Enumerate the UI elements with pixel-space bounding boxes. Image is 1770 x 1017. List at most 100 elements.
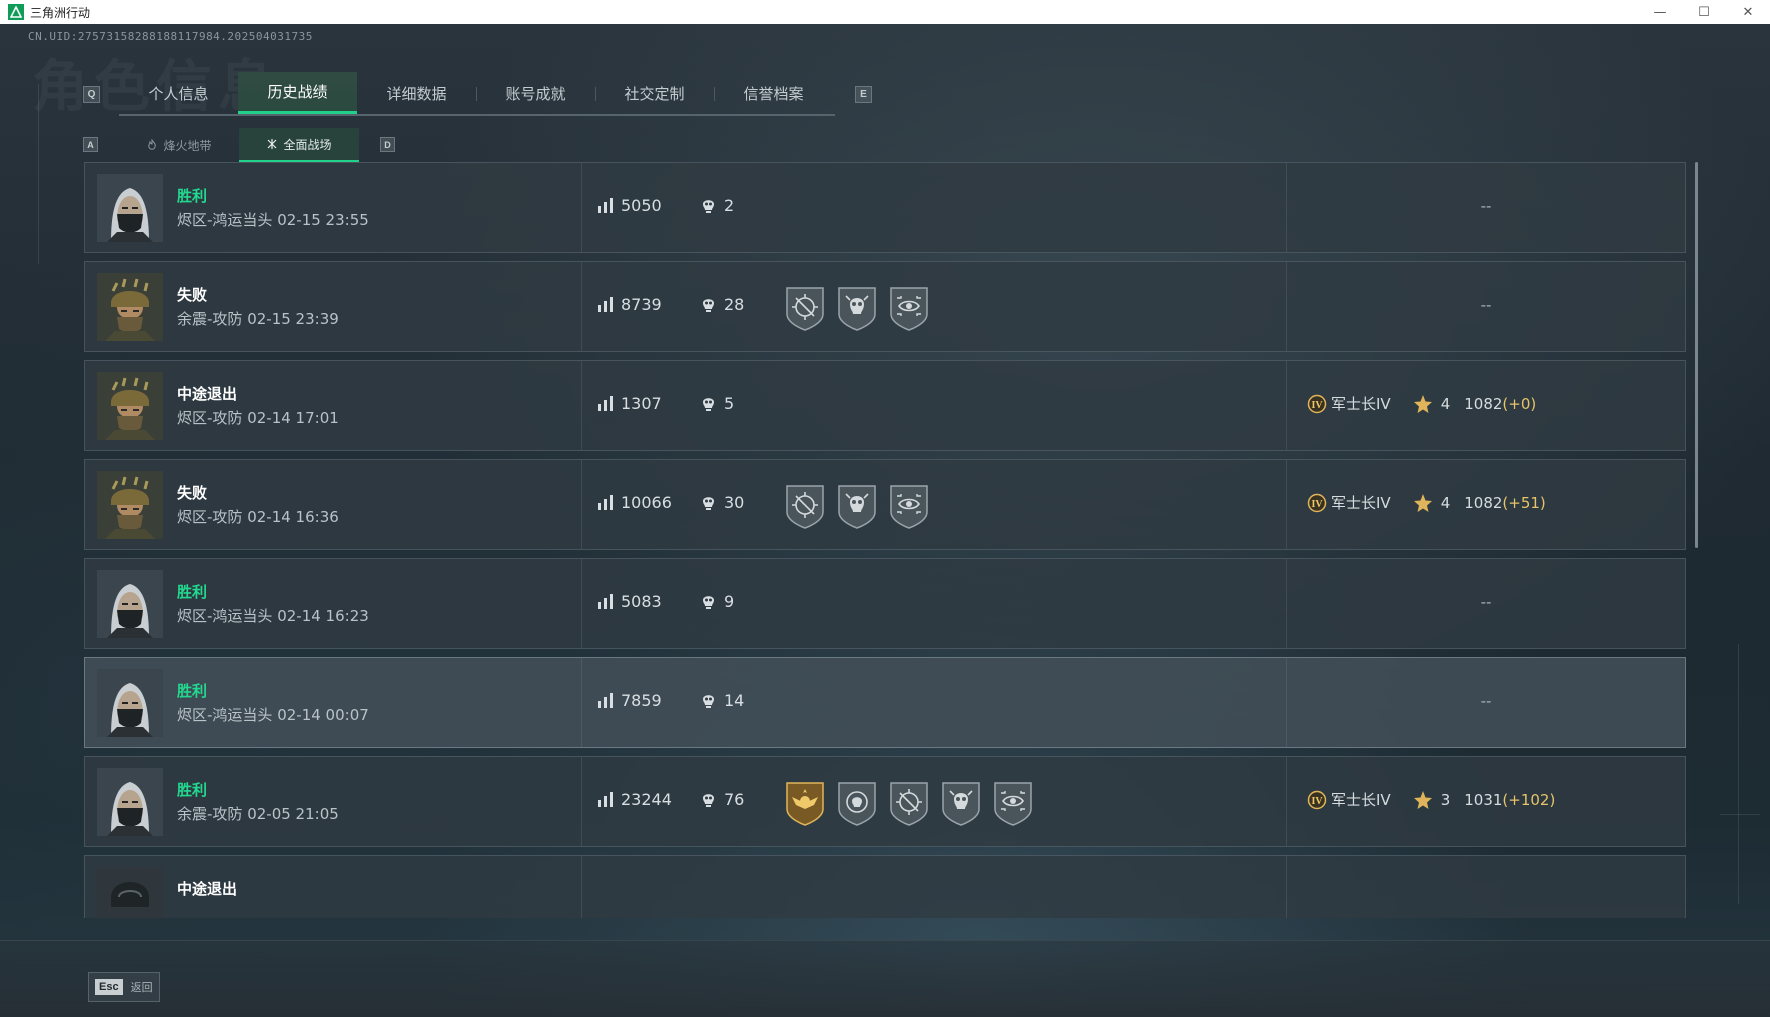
crosshair-medal-icon[interactable] bbox=[888, 779, 930, 827]
match-time: 02-15 23:39 bbox=[247, 310, 339, 328]
match-result: 中途退出 bbox=[177, 880, 238, 898]
score-stat: 5050 bbox=[597, 196, 662, 215]
skull-medal-icon[interactable] bbox=[836, 284, 878, 332]
medal-list bbox=[784, 482, 930, 530]
rank-stars: 3 bbox=[1440, 790, 1451, 809]
match-row[interactable]: 胜利 烬区-鸿运当头 02-14 00:07 7859 14 -- bbox=[84, 657, 1686, 748]
tab-social[interactable]: 社交定制 bbox=[595, 72, 714, 114]
match-row[interactable]: 中途退出 bbox=[84, 855, 1686, 918]
prev-tab-key[interactable]: Q bbox=[83, 86, 100, 103]
rank-cell: -- bbox=[1287, 262, 1685, 351]
esc-key-badge: Esc bbox=[95, 979, 123, 995]
svg-text:IV: IV bbox=[1311, 400, 1323, 411]
match-summary: 胜利 烬区-鸿运当头 02-14 00:07 bbox=[85, 658, 582, 747]
medal-list bbox=[784, 779, 1034, 827]
next-tab-key[interactable]: E bbox=[855, 86, 872, 103]
match-stats: 5050 2 bbox=[582, 163, 1287, 252]
match-row[interactable]: 胜利烬区-鸿运当头 02-15 23:55 5050 2 -- bbox=[84, 162, 1686, 253]
tab-label: 个人信息 bbox=[148, 84, 209, 103]
operator-avatar bbox=[97, 471, 163, 539]
decor-line bbox=[1738, 644, 1739, 904]
kills-stat: 76 bbox=[700, 790, 744, 809]
operator-avatar bbox=[97, 174, 163, 242]
eye-medal-icon[interactable] bbox=[992, 779, 1034, 827]
kills-skull-icon bbox=[703, 398, 714, 411]
match-row[interactable]: 中途退出 烬区-攻防 02-14 17:01 1307 5 IV 军士长IV 4 1082 (+… bbox=[84, 360, 1686, 451]
map-and-time: 烬区-攻防 02-14 16:36 bbox=[177, 506, 339, 527]
kills-value: 2 bbox=[724, 196, 735, 215]
rank-cell: -- bbox=[1287, 559, 1685, 648]
operator-avatar bbox=[97, 768, 163, 836]
match-summary: 胜利 余震-攻防 02-05 21:05 bbox=[85, 757, 582, 846]
score-bar-icon bbox=[598, 693, 613, 708]
subtab-full-battlefield[interactable]: 全面战场 bbox=[239, 128, 359, 162]
score-value: 10066 bbox=[621, 493, 672, 512]
score-bar-icon bbox=[598, 594, 613, 609]
match-time: 02-14 00:07 bbox=[277, 706, 369, 724]
score-value: 7859 bbox=[621, 691, 662, 710]
rank-stars: 4 bbox=[1440, 493, 1451, 512]
rank-info: IV 军士长IV 4 1082 (+51) bbox=[1307, 492, 1546, 513]
tab-reputation[interactable]: 信誉档案 bbox=[714, 72, 833, 114]
match-time: 02-14 16:23 bbox=[277, 607, 369, 625]
crosshair-medal-icon[interactable] bbox=[784, 482, 826, 530]
eye-medal-icon[interactable] bbox=[888, 482, 930, 530]
flame-icon bbox=[148, 139, 157, 150]
eye-medal-icon[interactable] bbox=[888, 284, 930, 332]
svg-text:IV: IV bbox=[1311, 499, 1323, 510]
rank-placeholder: -- bbox=[1480, 593, 1492, 611]
maximize-button[interactable]: ☐ bbox=[1682, 0, 1726, 24]
subtab-label: 烽火地带 bbox=[163, 138, 212, 153]
subtab-hazard-zone[interactable]: 烽火地带 bbox=[119, 128, 239, 162]
target-skull-medal-icon[interactable] bbox=[836, 779, 878, 827]
gold-eagle-medal-icon[interactable] bbox=[784, 779, 826, 827]
crosshair-medal-icon[interactable] bbox=[784, 284, 826, 332]
operator-avatar bbox=[97, 867, 163, 918]
match-row[interactable]: 胜利 余震-攻防 02-05 21:05 23244 76 IV 军士长IV 3 1031 (+… bbox=[84, 756, 1686, 847]
window-titlebar: 三角洲行动 — ☐ ✕ bbox=[0, 0, 1770, 24]
match-row[interactable]: 失败 烬区-攻防 02-14 16:36 10066 30 IV 军士长IV 4 1082 (+… bbox=[84, 459, 1686, 550]
tab-match-history[interactable]: 历史战绩 bbox=[238, 72, 357, 114]
match-time: 02-05 21:05 bbox=[247, 805, 339, 823]
close-button[interactable]: ✕ bbox=[1726, 0, 1770, 24]
tab-detailed-data[interactable]: 详细数据 bbox=[357, 72, 476, 114]
rank-placeholder: -- bbox=[1480, 197, 1492, 215]
map-and-time: 烬区-鸿运当头 02-15 23:55 bbox=[177, 209, 369, 230]
match-result: 胜利 bbox=[177, 187, 208, 205]
rank-cell: IV 军士长IV 4 1082 (+0) bbox=[1287, 361, 1685, 450]
match-summary: 失败 余震-攻防 02-15 23:39 bbox=[85, 262, 582, 351]
list-scrollbar[interactable] bbox=[1695, 162, 1698, 548]
rank-cell: IV 军士长IV 3 1031 (+102) bbox=[1287, 757, 1685, 846]
match-stats: 5083 9 bbox=[582, 559, 1287, 648]
kills-value: 30 bbox=[724, 493, 745, 512]
star-icon bbox=[1413, 493, 1432, 512]
tab-personal-info[interactable]: 个人信息 bbox=[119, 72, 238, 114]
minimize-button[interactable]: — bbox=[1638, 0, 1682, 24]
player-uid: CN.UID:275731582881881179​84.20250403173… bbox=[28, 30, 313, 43]
kills-skull-icon bbox=[703, 497, 714, 510]
main-tab-bar: 个人信息 历史战绩 详细数据 账号成就 社交定制 信誉档案 bbox=[119, 72, 835, 116]
match-stats: 7859 14 bbox=[582, 658, 1287, 747]
rank-delta: (+51) bbox=[1502, 493, 1546, 512]
kills-stat: 30 bbox=[700, 493, 744, 512]
operator-avatar bbox=[97, 372, 163, 440]
match-row[interactable]: 胜利 烬区-鸿运当头 02-14 16:23 5083 9 -- bbox=[84, 558, 1686, 649]
prev-subtab-key[interactable]: A bbox=[83, 137, 98, 152]
rank-placeholder: -- bbox=[1480, 692, 1492, 710]
operator-avatar bbox=[97, 570, 163, 638]
subtab-label: 全面战场 bbox=[283, 137, 332, 152]
rank-cell: -- bbox=[1287, 658, 1685, 747]
svg-text:IV: IV bbox=[1311, 796, 1323, 807]
match-result: 胜利 bbox=[177, 583, 208, 601]
tab-achievements[interactable]: 账号成就 bbox=[476, 72, 595, 114]
tab-label: 信誉档案 bbox=[743, 84, 804, 103]
back-button[interactable]: Esc 返回 bbox=[88, 972, 160, 1002]
skull-medal-icon[interactable] bbox=[836, 482, 878, 530]
match-result: 失败 bbox=[177, 484, 208, 502]
next-subtab-key[interactable]: D bbox=[380, 137, 395, 152]
skull-medal-icon[interactable] bbox=[940, 779, 982, 827]
match-row[interactable]: 失败 余震-攻防 02-15 23:39 8739 28 -- bbox=[84, 261, 1686, 352]
rank-stars: 4 bbox=[1440, 394, 1451, 413]
match-summary: 失败烬区-攻防 02-14 16:36 bbox=[85, 460, 582, 549]
match-time: 02-15 23:55 bbox=[277, 211, 369, 229]
